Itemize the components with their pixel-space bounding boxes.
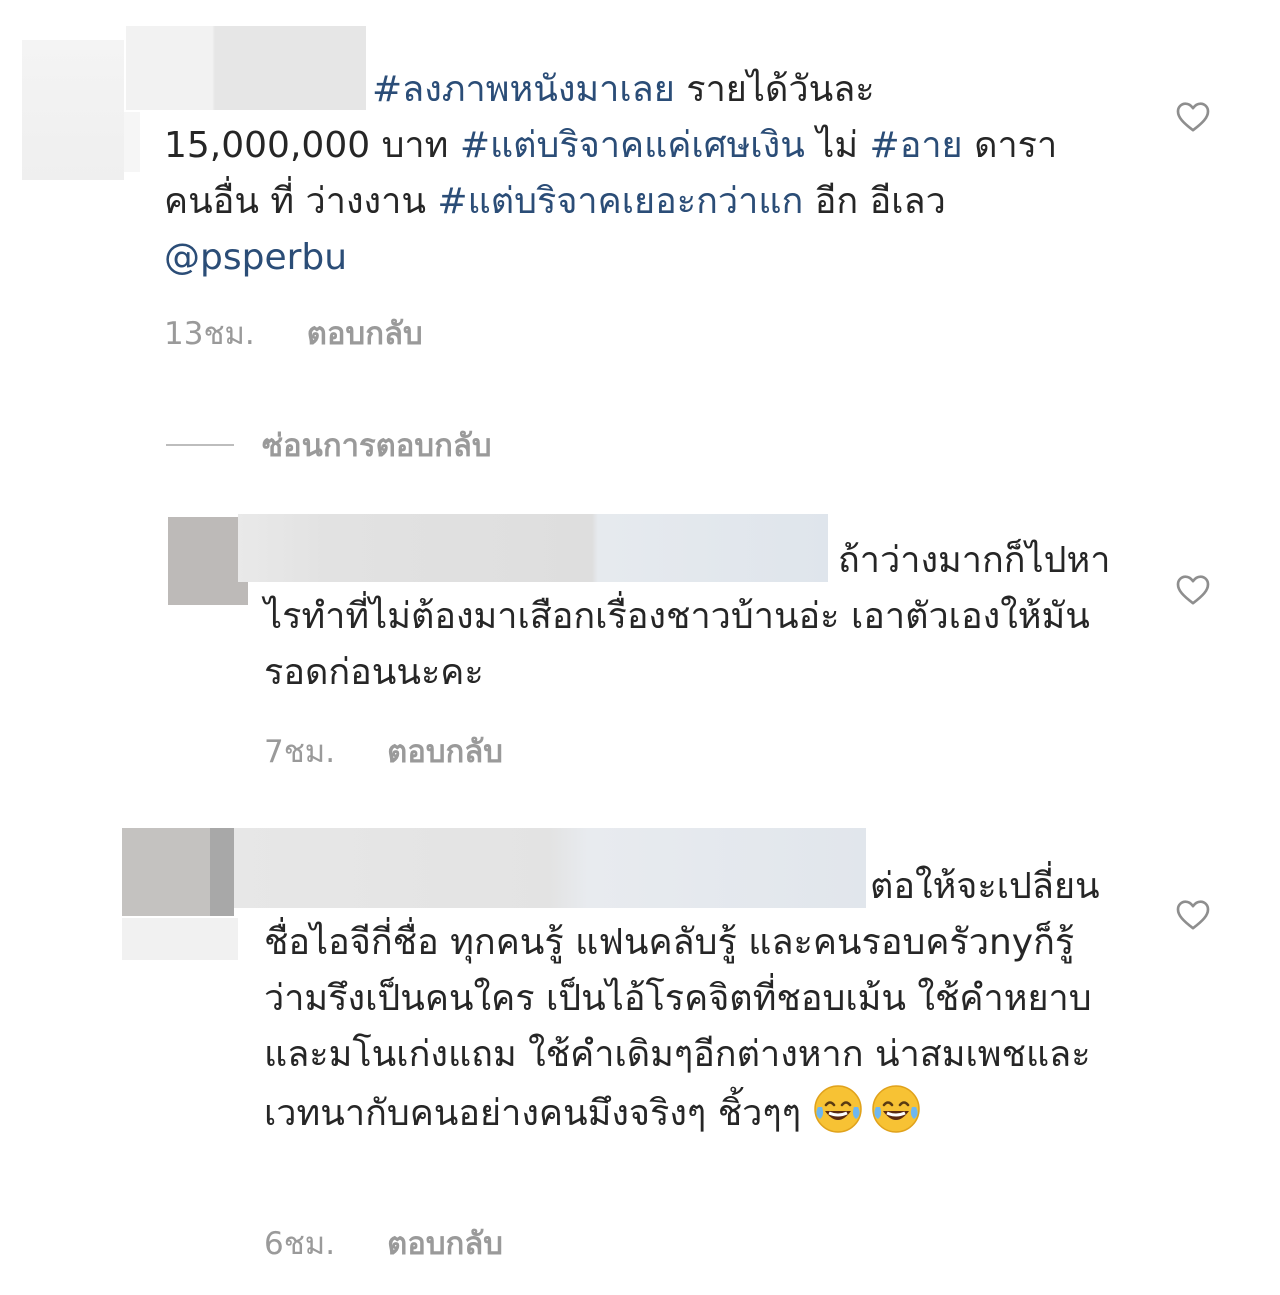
- hashtag-link[interactable]: #อาย: [870, 125, 963, 166]
- comment-meta: 13ชม. ตอบกลับ: [164, 308, 423, 358]
- timestamp: 6ชม.: [264, 1226, 336, 1262]
- divider-line: [166, 444, 234, 446]
- timestamp: 13ชม.: [164, 316, 255, 352]
- tears-of-joy-emoji-icon: [814, 1085, 863, 1133]
- avatar[interactable]: [22, 40, 124, 180]
- hide-replies-label: ซ่อนการตอบกลับ: [262, 428, 492, 464]
- hide-replies-button[interactable]: ซ่อนการตอบกลับ: [166, 420, 492, 470]
- comment-meta: 6ชม. ตอบกลับ: [264, 1218, 503, 1268]
- heart-outline-icon[interactable]: [1173, 96, 1213, 136]
- comment-text: #ลงภาพหนังมาเลย รายได้วันละ 15,000,000 บ…: [164, 69, 1058, 278]
- comment-text: ต่อให้จะเปลี่ยนชื่อไอจีกี่ชื่อ ทุกคนรู้ …: [264, 866, 1100, 1134]
- reply-button[interactable]: ตอบกลับ: [387, 726, 503, 776]
- reply-button[interactable]: ตอบกลับ: [307, 308, 423, 358]
- tears-of-joy-emoji-icon: [872, 1085, 921, 1133]
- hashtag-link[interactable]: #แต่บริจาคแค่เศษเงิน: [460, 125, 805, 166]
- avatar[interactable]: [168, 517, 248, 605]
- heart-outline-icon[interactable]: [1173, 894, 1213, 934]
- reply-button[interactable]: ตอบกลับ: [387, 1218, 503, 1268]
- hashtag-link[interactable]: #ลงภาพหนังมาเลย: [372, 69, 675, 110]
- heart-outline-icon[interactable]: [1173, 569, 1213, 609]
- timestamp: 7ชม.: [264, 734, 336, 770]
- avatar[interactable]: [122, 828, 210, 916]
- comment-meta: 7ชม. ตอบกลับ: [264, 726, 503, 776]
- hashtag-link[interactable]: #แต่บริจาคเยอะกว่าแก: [437, 181, 803, 222]
- comment-text: ถ้าว่างมากก็ไปหาไรทำที่ไม่ต้องมาเสือกเรื…: [264, 540, 1111, 693]
- mention-link[interactable]: @psperbu: [164, 237, 347, 278]
